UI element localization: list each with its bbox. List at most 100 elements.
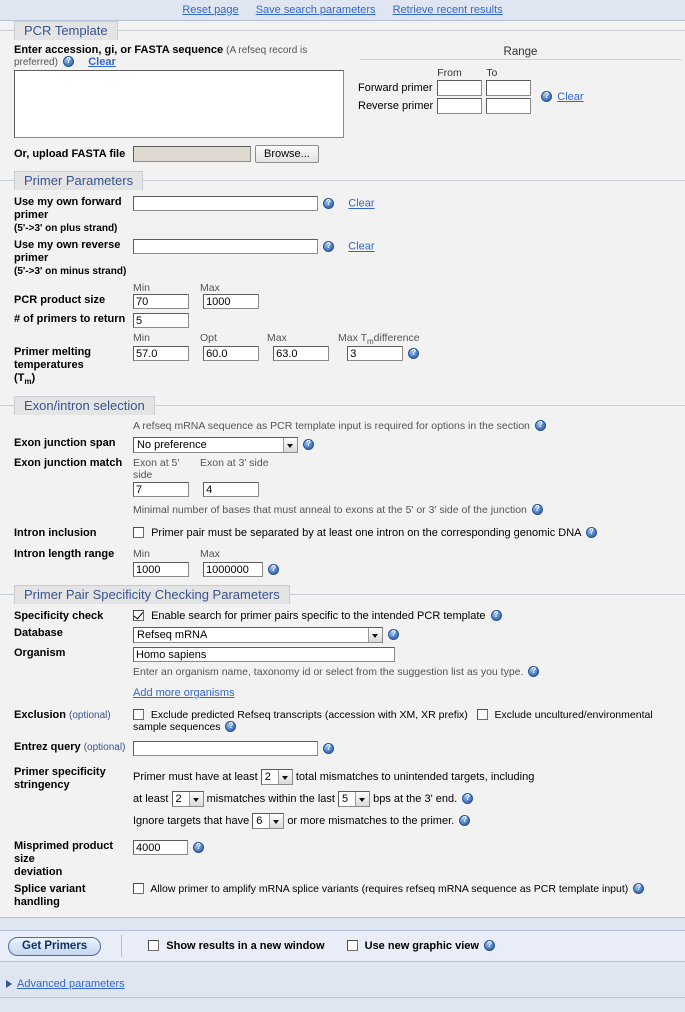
mispriming-input[interactable] (133, 840, 188, 856)
forward-primer-from-input[interactable] (437, 80, 483, 96)
help-icon[interactable] (268, 563, 280, 575)
clear-reverse-primer-link[interactable]: Clear (348, 241, 374, 253)
intron-length-min-input[interactable] (133, 562, 189, 578)
product-size-max-input[interactable] (203, 294, 260, 309)
save-search-parameters-link[interactable]: Save search parameters (256, 4, 376, 16)
database-select[interactable]: Refseq mRNA (133, 627, 383, 644)
help-icon[interactable] (323, 742, 335, 754)
help-icon[interactable] (408, 347, 420, 359)
clear-range-link[interactable]: Clear (557, 91, 583, 103)
graphic-view-checkbox[interactable] (346, 940, 358, 952)
help-icon[interactable] (388, 628, 400, 641)
entrez-query-label-optional: (optional) (83, 742, 126, 754)
reverse-primer-input[interactable] (133, 239, 318, 254)
help-icon[interactable] (303, 438, 315, 451)
stringency-ignore-targets-select[interactable]: 6 (252, 813, 285, 830)
stringency-text-2b: mismatches within the last (206, 793, 335, 806)
num-primers-input[interactable] (133, 313, 189, 328)
clear-forward-primer-link[interactable]: Clear (348, 198, 374, 210)
get-primers-button[interactable]: Get Primers (8, 936, 102, 956)
row-exon-match-captions: Exon junction match Exon at 5' side Exon… (0, 455, 685, 481)
fasta-file-field[interactable] (133, 146, 251, 162)
help-icon[interactable] (193, 841, 205, 853)
row-mispriming: Misprimed product size deviation (0, 834, 685, 881)
help-icon[interactable] (490, 609, 502, 622)
section-specificity-legend: Primer Pair Specificity Checking Paramet… (14, 585, 290, 605)
exon-5-side-input[interactable] (133, 482, 189, 498)
intron-length-max-input[interactable] (203, 562, 264, 578)
row-database: Database Refseq mRNA (0, 625, 685, 645)
tm-min-input[interactable] (133, 346, 189, 362)
product-size-label: PCR product size (14, 294, 106, 306)
splice-variant-label: Splice variant handling (14, 883, 86, 909)
help-icon[interactable] (323, 197, 335, 209)
help-icon[interactable] (459, 814, 471, 827)
row-stringency: Primer specificity stringency Primer mus… (0, 758, 685, 834)
graphic-view-option[interactable]: Use new graphic view (346, 939, 497, 952)
advanced-parameters-bar[interactable]: Advanced parameters (0, 971, 685, 999)
help-icon[interactable] (633, 882, 645, 895)
triangle-right-icon[interactable] (6, 980, 12, 989)
retrieve-recent-results-link[interactable]: Retrieve recent results (393, 4, 503, 16)
help-icon[interactable] (484, 939, 496, 952)
caption-exon-3-side: Exon at 3' side (200, 457, 269, 470)
help-icon[interactable] (528, 665, 540, 678)
product-size-min-input[interactable] (133, 294, 189, 309)
exon-junction-span-value: No preference (137, 439, 207, 452)
tm-difference-input[interactable] (347, 346, 404, 362)
chevron-down-icon[interactable] (188, 792, 203, 807)
organism-input[interactable] (133, 647, 395, 663)
splice-variant-checkbox[interactable] (133, 883, 144, 895)
tm-opt-input[interactable] (203, 346, 260, 362)
exon-junction-span-select[interactable]: No preference (133, 437, 298, 454)
exclusion-label-text: Exclusion (14, 709, 66, 722)
forward-primer-input[interactable] (133, 196, 318, 211)
stringency-last-bps-select[interactable]: 5 (338, 791, 371, 808)
help-icon[interactable] (462, 792, 474, 805)
help-icon[interactable] (531, 503, 543, 516)
clear-sequence-link[interactable]: Clear (88, 56, 116, 68)
chevron-down-icon[interactable] (368, 628, 382, 643)
exon-3-side-input[interactable] (203, 482, 260, 498)
chevron-down-icon[interactable] (269, 814, 284, 829)
help-icon[interactable] (62, 55, 74, 67)
caption-tm-min: Min (133, 332, 150, 344)
intron-inclusion-checkbox[interactable] (133, 527, 144, 539)
exclude-uncultured-checkbox[interactable] (476, 709, 488, 721)
range-row-forward-label: Forward primer (358, 82, 433, 94)
help-icon[interactable] (534, 419, 546, 432)
reset-page-link[interactable]: Reset page (182, 4, 238, 16)
help-icon[interactable] (225, 720, 237, 733)
show-new-window-label: Show results in a new window (166, 940, 325, 953)
reverse-primer-to-input[interactable] (486, 98, 532, 114)
stringency-text-2a: at least (133, 793, 169, 806)
specificity-check-checkbox[interactable] (133, 610, 144, 622)
tm-max-input[interactable] (273, 346, 330, 362)
stringency-line-1: Primer must have at least 2 total mismat… (133, 766, 685, 788)
add-more-organisms-link[interactable]: Add more organisms (133, 687, 235, 699)
specificity-check-label: Specificity check (14, 610, 104, 623)
forward-primer-to-input[interactable] (486, 80, 532, 96)
exon-section-note: A refseq mRNA sequence as PCR template i… (133, 420, 530, 433)
submit-options: Show results in a new window Use new gra… (121, 935, 497, 958)
show-new-window-option[interactable]: Show results in a new window (148, 940, 325, 953)
show-new-window-checkbox[interactable] (148, 940, 160, 952)
advanced-parameters-link[interactable]: Advanced parameters (17, 978, 125, 990)
top-link-bar: Reset page Save search parameters Retrie… (0, 0, 685, 20)
help-icon[interactable] (323, 240, 335, 252)
stringency-total-mismatches-select[interactable]: 2 (260, 769, 293, 786)
help-icon[interactable] (585, 526, 597, 539)
browse-button[interactable]: Browse... (255, 145, 319, 163)
chevron-down-icon[interactable] (283, 438, 297, 453)
chevron-down-icon[interactable] (277, 770, 292, 785)
row-intron-inclusion: Intron inclusion Primer pair must be sep… (0, 519, 685, 542)
stringency-3prime-mismatches-select[interactable]: 2 (171, 791, 204, 808)
help-icon[interactable] (541, 90, 553, 102)
reverse-primer-from-input[interactable] (437, 98, 483, 114)
sequence-label: Enter accession, gi, or FASTA sequence (… (14, 44, 348, 68)
chevron-down-icon[interactable] (355, 792, 370, 807)
stringency-last-bps-value: 5 (342, 793, 349, 806)
sequence-textarea[interactable] (14, 70, 344, 138)
entrez-query-input[interactable] (133, 741, 318, 757)
exclude-predicted-checkbox[interactable] (133, 709, 144, 721)
